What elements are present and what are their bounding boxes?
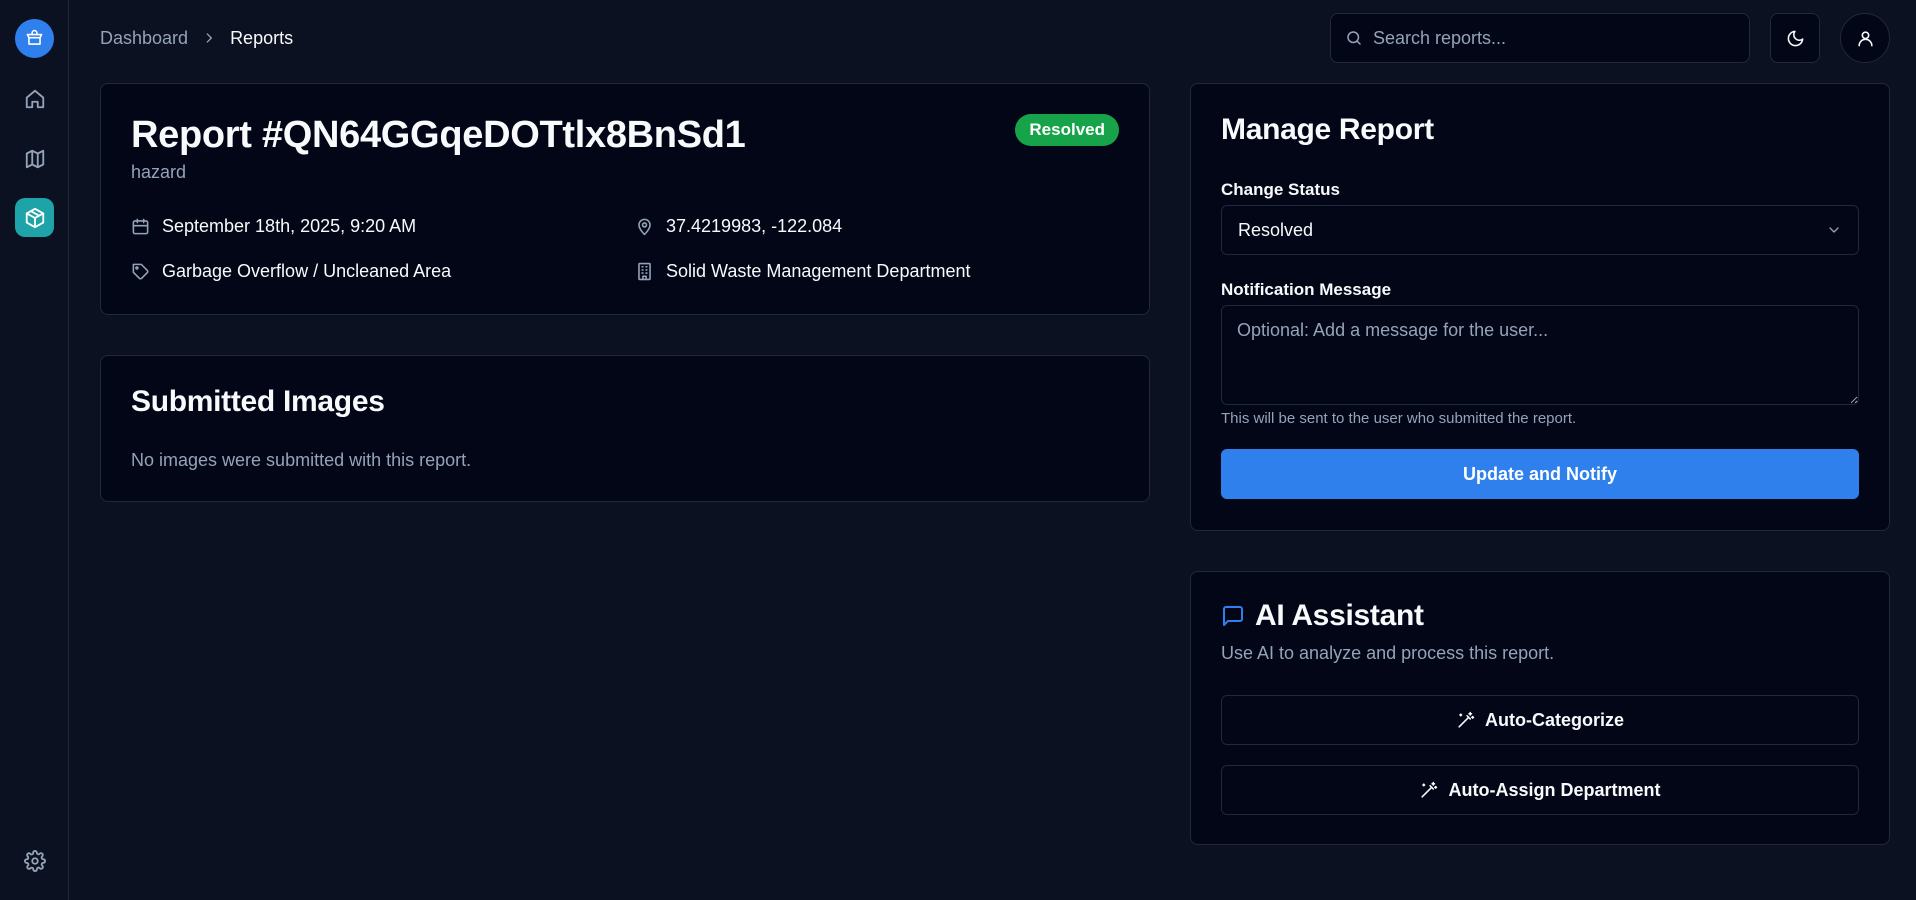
app-root: Dashboard Reports Report #QN64GGqeDOTtlx… — [0, 0, 1916, 900]
building-icon — [638, 262, 651, 281]
breadcrumb: Dashboard Reports — [100, 27, 293, 49]
magic-wand-icon — [1421, 781, 1438, 798]
settings-button[interactable] — [15, 841, 54, 880]
user-icon — [1857, 30, 1873, 46]
sidebar — [0, 0, 69, 900]
sidebar-item-reports[interactable] — [15, 198, 54, 237]
report-title: Report #QN64GGqeDOTtlx8BnSd1 — [131, 114, 746, 156]
message-square-icon — [1223, 606, 1243, 626]
auto-assign-department-label: Auto-Assign Department — [1448, 779, 1661, 800]
report-category: Garbage Overflow / Uncleaned Area — [131, 261, 451, 282]
status-select-label: Change Status — [1221, 180, 1341, 199]
auto-assign-department-button[interactable]: Auto-Assign Department — [1221, 765, 1859, 815]
report-department-text: Solid Waste Management Department — [666, 261, 971, 281]
home-icon — [25, 89, 44, 108]
breadcrumb-dashboard[interactable]: Dashboard — [100, 28, 188, 49]
tag-icon — [132, 263, 149, 280]
notification-message-label: Notification Message — [1221, 280, 1392, 299]
breadcrumb-reports: Reports — [230, 27, 294, 48]
sidebar-item-home[interactable] — [15, 79, 54, 118]
theme-toggle-button[interactable] — [1770, 13, 1820, 63]
search-bar — [1330, 13, 1750, 63]
calendar-icon — [132, 218, 149, 235]
magic-wand-icon — [1458, 711, 1475, 728]
sidebar-item-map[interactable] — [15, 139, 54, 178]
notification-message-field[interactable] — [1221, 305, 1859, 405]
ai-assistant-card: AI Assistant Use AI to analyze and proce… — [1190, 571, 1890, 845]
status-badge: Resolved — [1015, 114, 1119, 146]
auto-categorize-label: Auto-Categorize — [1485, 709, 1624, 730]
images-empty-message: No images were submitted with this repor… — [131, 450, 472, 470]
auto-categorize-button[interactable]: Auto-Categorize — [1221, 695, 1859, 745]
status-select-value: Resolved — [1238, 219, 1314, 240]
report-category-text: Garbage Overflow / Uncleaned Area — [162, 261, 452, 281]
update-and-notify-button[interactable]: Update and Notify — [1221, 449, 1859, 499]
package-icon — [25, 207, 44, 228]
report-location: 37.4219983, -122.084 — [635, 216, 842, 237]
map-icon — [25, 149, 44, 168]
chevron-down-icon — [1829, 227, 1839, 233]
chevron-right-icon — [202, 31, 216, 45]
report-coordinates-text: 37.4219983, -122.084 — [666, 216, 843, 236]
search-icon — [1347, 31, 1361, 45]
report-department: Solid Waste Management Department — [635, 261, 970, 282]
manage-report-card: Manage Report Change Status Resolved Not… — [1190, 83, 1890, 531]
report-date: September 18th, 2025, 9:20 AM — [131, 216, 416, 237]
report-type: hazard — [131, 162, 187, 182]
moon-icon — [1787, 30, 1803, 46]
gear-icon — [23, 849, 46, 872]
user-menu-button[interactable] — [1840, 13, 1890, 63]
search-input[interactable] — [1373, 27, 1743, 49]
ai-assistant-heading: AI Assistant — [1221, 599, 1424, 633]
status-select[interactable]: Resolved — [1221, 205, 1859, 255]
ai-assistant-description: Use AI to analyze and process this repor… — [1221, 643, 1555, 663]
notification-helper-text: This will be sent to the user who submit… — [1221, 410, 1577, 427]
store-icon[interactable] — [15, 19, 54, 58]
map-pin-icon — [638, 218, 651, 236]
manage-report-title: Manage Report — [1221, 113, 1434, 146]
ai-assistant-title: AI Assistant — [1255, 599, 1424, 632]
submitted-images-card: Submitted Images No images were submitte… — [100, 355, 1150, 502]
submitted-images-title: Submitted Images — [131, 385, 385, 418]
report-date-text: September 18th, 2025, 9:20 AM — [162, 216, 417, 236]
report-details-card: Report #QN64GGqeDOTtlx8BnSd1 hazard Reso… — [100, 83, 1150, 315]
